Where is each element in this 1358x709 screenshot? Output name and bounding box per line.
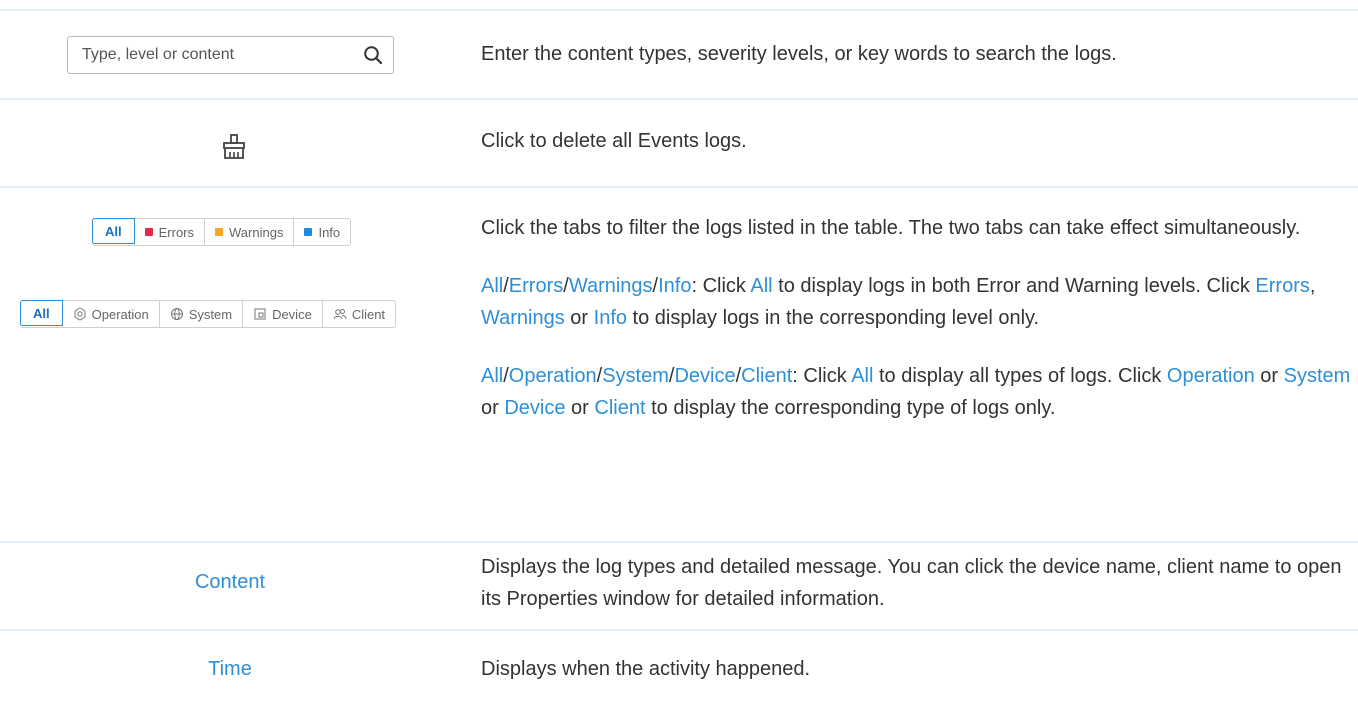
tab-info[interactable]: Info <box>293 219 350 245</box>
tab-ref: All <box>481 365 504 387</box>
text: to display logs in both Error and Warnin… <box>772 275 1256 297</box>
text: : Click <box>691 275 751 297</box>
tab-ref: Warnings <box>568 275 653 297</box>
search-icon[interactable] <box>363 45 383 65</box>
tab-ref: Warnings <box>481 307 565 329</box>
row-divider <box>0 9 1358 11</box>
text: : Click <box>792 365 852 387</box>
type-tab-group: All Operation System Device Client <box>20 300 397 328</box>
tab-ref: Info <box>658 275 692 297</box>
tab-label: Errors <box>158 224 195 240</box>
text: , <box>1309 275 1316 297</box>
text: to display the corresponding type of log… <box>645 397 1056 419</box>
tab-ref: System <box>1283 365 1351 387</box>
row-divider <box>0 98 1358 100</box>
tab-ref: Operation <box>1166 365 1255 387</box>
tab-label: All <box>33 305 50 321</box>
device-icon <box>254 308 266 320</box>
text: to display all types of logs. Click <box>873 365 1167 387</box>
tab-ref: All <box>851 365 874 387</box>
type-tabs-explanation: All/Operation/System/Device/Client: Clic… <box>481 360 1351 424</box>
search-input[interactable] <box>68 37 352 73</box>
error-dot-icon <box>144 228 153 236</box>
tab-client[interactable]: Client <box>321 301 395 327</box>
tab-errors[interactable]: Errors <box>133 219 204 245</box>
content-description: Displays the log types and detailed mess… <box>481 556 1342 610</box>
row-divider <box>0 629 1358 631</box>
tab-ref: Errors <box>508 275 564 297</box>
warning-dot-icon <box>215 228 224 236</box>
tab-label: Client <box>351 306 386 322</box>
tab-level-all[interactable]: All <box>92 218 135 244</box>
gear-icon <box>74 307 86 321</box>
level-tabs-explanation: All/Errors/Warnings/Info: Click All to d… <box>481 270 1351 334</box>
tab-ref: Info <box>593 307 627 329</box>
content-column-label: Content <box>194 571 266 593</box>
text: or <box>565 397 595 419</box>
info-dot-icon <box>304 228 313 236</box>
tab-label: System <box>188 306 233 322</box>
time-description: Displays when the activity happened. <box>481 658 811 680</box>
tab-label: Warnings <box>229 224 284 240</box>
tab-ref: Operation <box>508 365 597 387</box>
search-box[interactable] <box>67 36 394 74</box>
globe-icon <box>170 308 183 320</box>
tab-system[interactable]: System <box>158 301 242 327</box>
tab-device[interactable]: Device <box>242 301 322 327</box>
row-divider <box>0 186 1358 188</box>
level-tab-group: All Errors Warnings Info <box>92 218 352 246</box>
tab-ref: Device <box>504 397 566 419</box>
search-description: Enter the content types, severity levels… <box>481 43 1117 65</box>
tab-label: Info <box>318 224 341 240</box>
users-icon <box>333 309 347 320</box>
tab-operation[interactable]: Operation <box>61 301 159 327</box>
tab-warnings[interactable]: Warnings <box>204 219 293 245</box>
text: or <box>481 397 505 419</box>
tabs-intro: Click the tabs to filter the logs listed… <box>481 217 1301 239</box>
tab-label: All <box>105 223 122 239</box>
broom-icon[interactable] <box>222 134 246 160</box>
tab-ref: Device <box>674 365 736 387</box>
tab-ref: Errors <box>1255 275 1310 297</box>
tab-type-all[interactable]: All <box>20 300 63 326</box>
row-divider <box>0 541 1358 543</box>
tab-label: Operation <box>91 306 149 322</box>
tab-label: Device <box>272 306 312 322</box>
clear-description: Click to delete all Events logs. <box>481 130 747 152</box>
tabs-description: Click the tabs to filter the logs listed… <box>481 212 1351 424</box>
tab-ref: All <box>750 275 773 297</box>
text: to display logs in the corresponding lev… <box>627 307 1040 329</box>
text: or <box>1254 365 1284 387</box>
tab-ref: All <box>481 275 504 297</box>
tab-ref: Client <box>741 365 793 387</box>
time-column-label: Time <box>208 658 252 680</box>
text: or <box>564 307 594 329</box>
tab-ref: System <box>602 365 669 387</box>
tab-ref: Client <box>594 397 646 419</box>
